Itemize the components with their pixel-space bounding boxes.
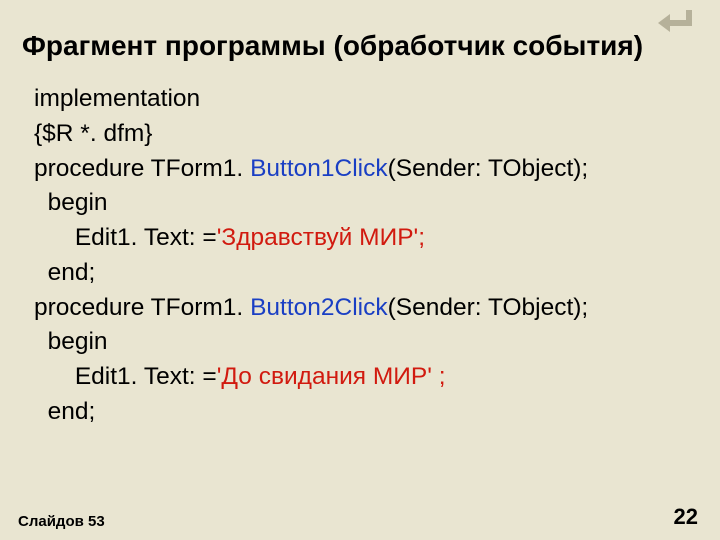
string-literal: 'До свидания МИР' ; bbox=[217, 363, 453, 390]
return-icon[interactable] bbox=[658, 6, 698, 40]
identifier: Button2Click bbox=[250, 294, 388, 321]
string-literal: 'Здравствуй МИР'; bbox=[217, 224, 432, 251]
code-line: Edit1. Text: ='До свидания МИР' ; bbox=[34, 360, 700, 395]
code-line: procedure TForm1. Button2Click(Sender: T… bbox=[34, 291, 700, 326]
code-block: implementation {$R *. dfm} procedure TFo… bbox=[0, 74, 720, 430]
footer: Слайдов 53 22 bbox=[18, 504, 698, 530]
code-line: end; bbox=[34, 256, 700, 291]
identifier: Button1Click bbox=[250, 155, 388, 182]
code-line: begin bbox=[34, 325, 700, 360]
page-number: 22 bbox=[674, 504, 698, 530]
code-line: Edit1. Text: ='Здравствуй МИР'; bbox=[34, 221, 700, 256]
code-line: end; bbox=[34, 395, 700, 430]
code-line: {$R *. dfm} bbox=[34, 117, 700, 152]
slide-title: Фрагмент программы (обработчик события) bbox=[0, 0, 720, 74]
code-line: implementation bbox=[34, 82, 700, 117]
slide-count: Слайдов 53 bbox=[18, 513, 105, 530]
code-line: procedure TForm1. Button1Click(Sender: T… bbox=[34, 152, 700, 187]
code-line: begin bbox=[34, 186, 700, 221]
